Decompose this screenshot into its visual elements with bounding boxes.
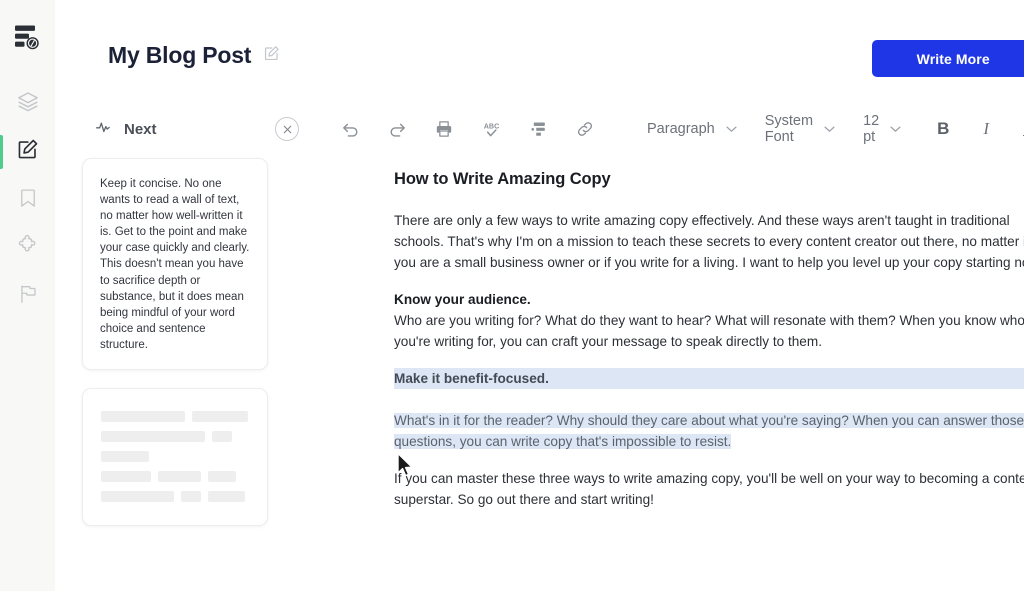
chevron-down-icon [824, 121, 835, 137]
app-window: My Blog Post Write More Next ABC Paragra… [0, 0, 1024, 591]
rail-item-list [0, 80, 55, 320]
underline-button[interactable]: U [1019, 117, 1024, 141]
active-indicator [0, 279, 3, 313]
skeleton-row [101, 471, 249, 483]
skeleton-bar [101, 451, 149, 463]
skeleton-bar [101, 431, 205, 443]
text-style-buttons: B I U [933, 117, 1024, 141]
section-body-audience: Who are you writing for? What do they wa… [394, 313, 1024, 349]
document-section-benefit: Make it benefit-focused. What's in it fo… [394, 368, 1024, 452]
skeleton-bar [101, 411, 185, 423]
tip-card: Keep it concise. No one wants to read a … [82, 158, 268, 371]
skeleton-bar [192, 411, 248, 423]
skeleton-bar [158, 471, 201, 483]
selected-text-block[interactable]: Make it benefit-focused. What's in it fo… [394, 368, 1024, 452]
paragraph-style-value: Paragraph [647, 121, 715, 137]
skeleton-row [101, 451, 249, 463]
main-area: My Blog Post Write More Next ABC Paragra… [55, 0, 1024, 591]
sidebar-item-editor[interactable] [0, 128, 55, 176]
section-title-audience: Know your audience. [394, 292, 531, 307]
print-button[interactable] [431, 116, 457, 142]
chevron-down-icon [726, 121, 737, 137]
document-editor[interactable]: How to Write Amazing Copy There are only… [294, 158, 1024, 526]
active-indicator [0, 183, 3, 217]
bookmark-icon [17, 187, 39, 214]
page-title: My Blog Post [108, 41, 252, 68]
undo-button[interactable] [337, 116, 363, 142]
active-indicator [0, 87, 3, 121]
skeleton-bar [212, 431, 232, 443]
paragraph-style-select[interactable]: Paragraph [633, 121, 751, 137]
app-logo-icon[interactable] [9, 20, 47, 54]
skeleton-card [82, 388, 268, 527]
toolbar-icon-buttons: ABC [337, 116, 598, 142]
write-more-button[interactable]: Write More [872, 40, 1024, 77]
chevron-down-icon [890, 121, 901, 137]
section-body-benefit: What's in it for the reader? Why should … [394, 413, 1024, 449]
document-paragraph-intro: There are only a few ways to write amazi… [394, 213, 1024, 270]
spellcheck-button[interactable]: ABC [478, 116, 504, 142]
bold-button[interactable]: B [933, 117, 953, 141]
skeleton-bar [208, 471, 236, 483]
sidebar-item-layers[interactable] [0, 80, 55, 128]
clear-formatting-button[interactable] [525, 116, 551, 142]
svg-text:ABC: ABC [483, 122, 499, 130]
skeleton-row [101, 431, 249, 443]
toolbar-selects: Paragraph System Font 12 pt [633, 113, 911, 145]
document-paragraph-closing: If you can master these three ways to wr… [394, 471, 1024, 507]
font-family-select[interactable]: System Font [751, 113, 849, 145]
edit-title-icon[interactable] [263, 45, 280, 67]
flag-icon [17, 283, 39, 310]
tip-card-text: Keep it concise. No one wants to read a … [100, 178, 250, 351]
document-title-group: My Blog Post [108, 43, 280, 67]
layers-icon [16, 90, 40, 119]
close-circle-icon[interactable] [275, 117, 299, 141]
skeleton-bar [101, 471, 151, 483]
suggestion-cards-column: Keep it concise. No one wants to read a … [81, 158, 294, 527]
activity-pulse-icon [95, 118, 115, 141]
font-size-value: 12 pt [863, 113, 880, 145]
sidebar-item-flags[interactable] [0, 272, 55, 320]
redo-button[interactable] [384, 116, 410, 142]
editor-toolbar: Next ABC Paragraph System Font 12 pt B I [55, 100, 1024, 158]
document-heading: How to Write Amazing Copy [394, 170, 611, 188]
sidebar-item-integrations[interactable] [0, 224, 55, 272]
sidebar-item-bookmarks[interactable] [0, 176, 55, 224]
font-family-value: System Font [764, 113, 814, 145]
active-indicator [0, 135, 3, 169]
next-step-label: Next [124, 120, 157, 138]
document-header: My Blog Post Write More [55, 0, 1024, 100]
active-indicator [0, 231, 3, 265]
editor-content-area: Keep it concise. No one wants to read a … [55, 158, 1024, 527]
document-section-audience: Know your audience. Who are you writing … [394, 289, 1024, 352]
edit-square-icon [16, 138, 39, 166]
skeleton-bar [208, 491, 245, 503]
italic-button[interactable]: I [976, 117, 996, 141]
font-size-select[interactable]: 12 pt [849, 113, 911, 145]
puzzle-piece-icon [16, 234, 39, 262]
skeleton-bar [181, 491, 201, 503]
left-nav-rail [0, 0, 55, 591]
section-title-benefit: Make it benefit-focused. [394, 368, 1024, 389]
skeleton-row [101, 411, 249, 423]
insert-link-button[interactable] [572, 116, 598, 142]
skeleton-bar [101, 491, 174, 503]
next-step-group[interactable]: Next [95, 118, 245, 141]
skeleton-row [101, 491, 249, 503]
